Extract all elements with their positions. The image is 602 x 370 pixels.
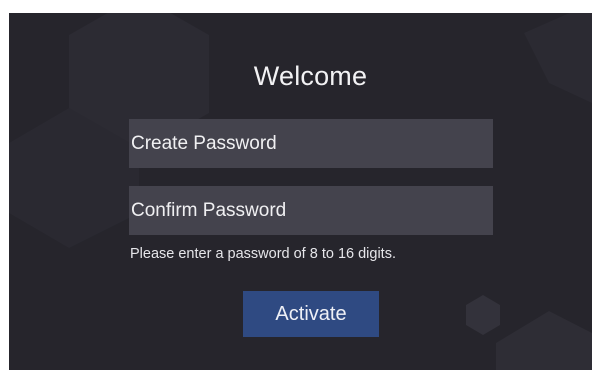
hexagon-shape bbox=[466, 295, 500, 335]
create-password-input[interactable] bbox=[129, 119, 493, 168]
hexagon-shape bbox=[496, 311, 592, 370]
activation-screen: Welcome Please enter a password of 8 to … bbox=[9, 13, 592, 370]
activate-button[interactable]: Activate bbox=[243, 291, 379, 337]
welcome-title: Welcome bbox=[253, 61, 368, 91]
confirm-password-input[interactable] bbox=[129, 186, 493, 235]
password-hint-text: Please enter a password of 8 to 16 digit… bbox=[130, 246, 396, 262]
